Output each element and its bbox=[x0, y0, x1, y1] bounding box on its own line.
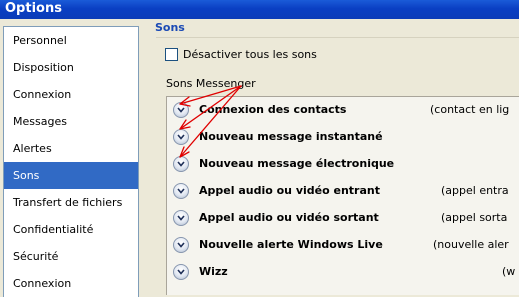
sound-name: Appel audio ou vidéo entrant bbox=[199, 184, 380, 197]
window-title: Options bbox=[5, 1, 62, 16]
sounds-panel: Sons Désactiver tous les sons Sons Messe… bbox=[144, 20, 519, 295]
sound-row[interactable]: Nouveau message instantané bbox=[167, 124, 519, 150]
sidebar-item-sons[interactable]: Sons bbox=[4, 162, 138, 189]
sound-extra: (appel entra bbox=[441, 184, 509, 197]
window-titlebar[interactable]: Options bbox=[0, 0, 519, 19]
sound-extra: (appel sorta bbox=[441, 211, 508, 224]
sidebar-item-disposition[interactable]: Disposition bbox=[4, 54, 138, 81]
sound-group-label: Sons Messenger bbox=[166, 77, 256, 90]
sound-name: Nouveau message instantané bbox=[199, 130, 383, 143]
sound-row[interactable]: Nouvelle alerte Windows Live (nouvelle a… bbox=[167, 232, 519, 258]
sound-name: Nouvelle alerte Windows Live bbox=[199, 238, 383, 251]
sidebar-item-transfert-fichiers[interactable]: Transfert de fichiers bbox=[4, 189, 138, 216]
section-title: Sons bbox=[155, 21, 185, 34]
chevron-down-icon[interactable] bbox=[173, 156, 189, 172]
chevron-down-icon[interactable] bbox=[173, 237, 189, 253]
chevron-down-icon[interactable] bbox=[173, 264, 189, 280]
sound-row[interactable]: Connexion des contacts (contact en lig bbox=[167, 97, 519, 123]
disable-all-sounds-checkbox[interactable] bbox=[165, 48, 178, 61]
sound-extra: (w bbox=[502, 265, 516, 278]
sidebar-item-personnel[interactable]: Personnel bbox=[4, 27, 138, 54]
sidebar-item-connexion[interactable]: Connexion bbox=[4, 81, 138, 108]
chevron-down-icon[interactable] bbox=[173, 102, 189, 118]
sidebar-item-connexion-2[interactable]: Connexion bbox=[4, 270, 138, 297]
sidebar-item-messages[interactable]: Messages bbox=[4, 108, 138, 135]
chevron-down-icon[interactable] bbox=[173, 183, 189, 199]
sound-list: Connexion des contacts (contact en lig N… bbox=[166, 96, 519, 295]
sound-row[interactable]: Appel audio ou vidéo sortant (appel sort… bbox=[167, 205, 519, 231]
chevron-down-icon[interactable] bbox=[173, 210, 189, 226]
sound-name: Wizz bbox=[199, 265, 228, 278]
options-sidebar: Personnel Disposition Connexion Messages… bbox=[3, 26, 139, 297]
sidebar-item-securite[interactable]: Sécurité bbox=[4, 243, 138, 270]
section-divider bbox=[156, 37, 519, 38]
sound-row[interactable]: Appel audio ou vidéo entrant (appel entr… bbox=[167, 178, 519, 204]
chevron-down-icon[interactable] bbox=[173, 129, 189, 145]
sidebar-item-confidentialite[interactable]: Confidentialité bbox=[4, 216, 138, 243]
sound-extra: (nouvelle aler bbox=[433, 238, 509, 251]
sound-name: Appel audio ou vidéo sortant bbox=[199, 211, 379, 224]
sidebar-item-alertes[interactable]: Alertes bbox=[4, 135, 138, 162]
sound-name: Nouveau message électronique bbox=[199, 157, 395, 170]
disable-all-sounds-label[interactable]: Désactiver tous les sons bbox=[183, 48, 317, 61]
sound-name: Connexion des contacts bbox=[199, 103, 347, 116]
sound-row[interactable]: Nouveau message électronique bbox=[167, 151, 519, 177]
sound-extra: (contact en lig bbox=[430, 103, 510, 116]
sound-row[interactable]: Wizz (w bbox=[167, 259, 519, 285]
